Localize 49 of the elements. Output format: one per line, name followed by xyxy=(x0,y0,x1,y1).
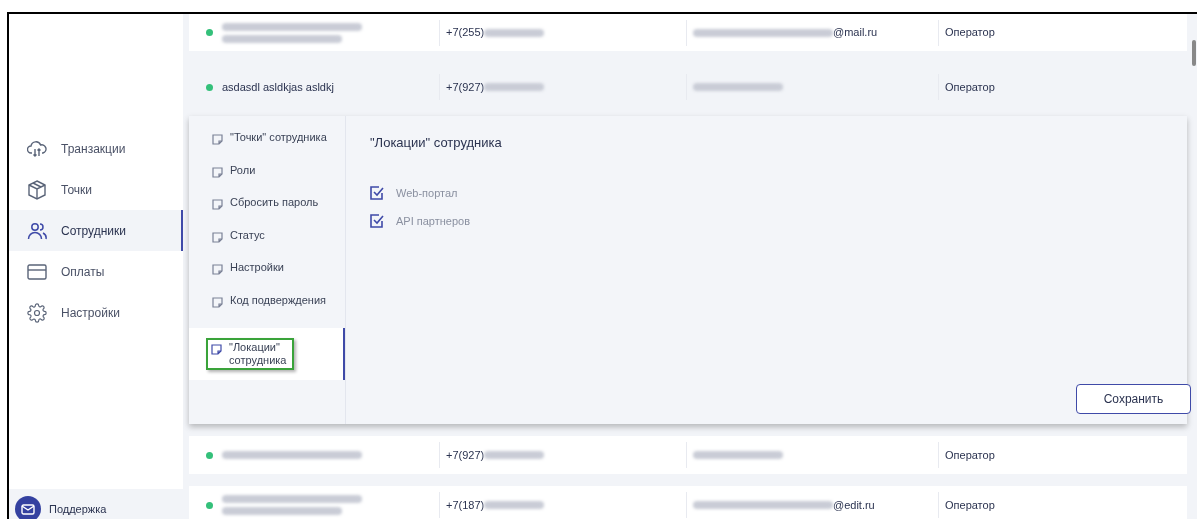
blurred-text xyxy=(484,501,545,509)
cloud-icon xyxy=(27,139,47,158)
sidebar-item[interactable]: Оплаты xyxy=(9,251,183,292)
detail-menu-item[interactable]: "Точки" сотрудника xyxy=(189,131,345,164)
note-icon xyxy=(212,264,223,275)
save-button[interactable]: Сохранить xyxy=(1076,384,1191,414)
employee-name: asdasdl asldkjas asldkj xyxy=(222,79,334,95)
employee-phone: +7(927) xyxy=(446,79,485,95)
note-icon xyxy=(212,296,223,308)
detail-menu-item[interactable]: Роли xyxy=(189,163,345,196)
sidebar-item[interactable]: Настройки xyxy=(9,292,183,333)
users-icon xyxy=(27,221,47,240)
note-icon xyxy=(212,199,223,210)
sidebar-item[interactable]: Транзакции xyxy=(9,128,183,169)
note-icon xyxy=(212,166,223,178)
checkbox-icon xyxy=(370,185,384,200)
employee-phone: +7(927) xyxy=(446,447,485,463)
support-button[interactable]: Поддержка xyxy=(9,489,183,519)
employee-row[interactable]: +7(255) @mail.ru Оператор xyxy=(189,14,1187,51)
employee-role: Оператор xyxy=(945,497,995,513)
detail-menu-item[interactable]: Статус xyxy=(189,228,345,261)
scrollbar[interactable] xyxy=(1192,40,1196,66)
employee-role: Оператор xyxy=(945,79,995,95)
checkbox-icon xyxy=(370,214,384,229)
settings-icon xyxy=(27,302,47,323)
mail-icon xyxy=(15,496,41,519)
employee-row[interactable]: +7(187) @edit.ru Оператор xyxy=(189,486,1187,519)
employee-row[interactable]: +7(927) Оператор xyxy=(189,436,1187,474)
detail-menu-item[interactable]: "Локации" сотрудника xyxy=(189,328,345,380)
detail-menu-item[interactable]: Сбросить пароль xyxy=(189,196,345,229)
cube-icon xyxy=(28,179,46,200)
employee-email: @edit.ru xyxy=(833,497,875,513)
card-icon xyxy=(27,263,47,280)
sidebar-item[interactable]: Сотрудники xyxy=(9,210,183,251)
blurred-text xyxy=(484,28,545,37)
blurred-text xyxy=(484,83,545,91)
employee-email: @mail.ru xyxy=(833,25,878,41)
note-icon xyxy=(212,231,223,243)
note-icon xyxy=(211,344,222,355)
employee-role: Оператор xyxy=(945,25,995,41)
detail-menu-item[interactable]: Настройки xyxy=(189,261,345,294)
employee-role: Оператор xyxy=(945,447,995,463)
blurred-text xyxy=(484,451,545,459)
sidebar-item[interactable]: Точки xyxy=(9,169,183,210)
employee-phone: +7(255) xyxy=(446,25,485,41)
detail-menu-item[interactable]: Код подверждения xyxy=(189,293,345,326)
employee-phone: +7(187) xyxy=(446,497,485,513)
panel-title: "Локации" сотрудника xyxy=(370,134,503,152)
note-icon xyxy=(212,134,223,145)
